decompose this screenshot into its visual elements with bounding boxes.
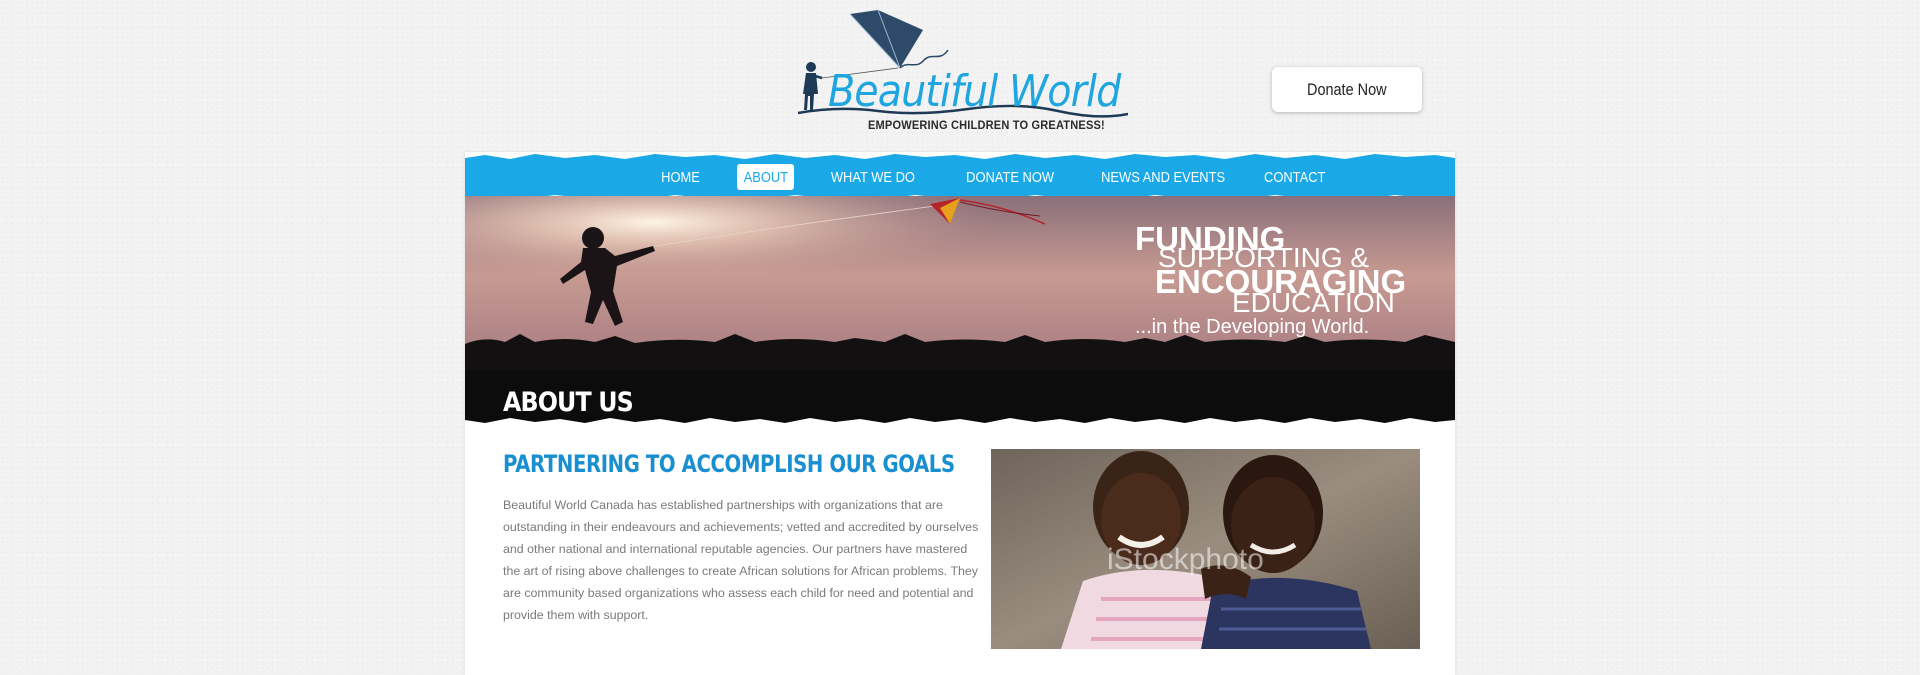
- logo-title: Beautiful World: [828, 66, 1121, 117]
- nav-item-news-and-events[interactable]: NEWS AND EVENTS: [1098, 164, 1228, 190]
- donate-now-label: Donate Now: [1307, 79, 1387, 99]
- donate-now-button[interactable]: Donate Now: [1272, 67, 1422, 112]
- hero-line-education: EDUCATION: [1232, 287, 1395, 318]
- nav-item-contact[interactable]: CONTACT: [1260, 164, 1330, 190]
- nav-item-what-we-do[interactable]: WHAT WE DO: [827, 164, 919, 190]
- photo-watermark: iStockphoto: [1107, 543, 1264, 576]
- nav-item-about[interactable]: ABOUT: [737, 164, 794, 190]
- nav-item-home[interactable]: HOME: [650, 164, 710, 190]
- site-logo[interactable]: Beautiful World EMPOWERING CHILDREN TO G…: [798, 10, 1128, 138]
- nav-item-donate-now[interactable]: DONATE NOW: [964, 164, 1056, 190]
- page-container: HOME ABOUT WHAT WE DO DONATE NOW NEWS AN…: [465, 152, 1455, 675]
- hero-banner: FUNDING SUPPORTING & ENCOURAGING EDUCATI…: [465, 196, 1455, 371]
- about-body-text: Beautiful World Canada has established p…: [503, 498, 979, 622]
- about-us-title: ABOUT US: [503, 387, 634, 418]
- section-heading: PARTNERING TO ACCOMPLISH OUR GOALS: [503, 450, 955, 478]
- hero-line-developing-world: ...in the Developing World.: [1135, 316, 1370, 338]
- main-nav: HOME ABOUT WHAT WE DO DONATE NOW NEWS AN…: [465, 152, 1455, 200]
- children-photo: iStockphoto: [991, 449, 1420, 649]
- logo-tagline: EMPOWERING CHILDREN TO GREATNESS!: [868, 118, 1105, 132]
